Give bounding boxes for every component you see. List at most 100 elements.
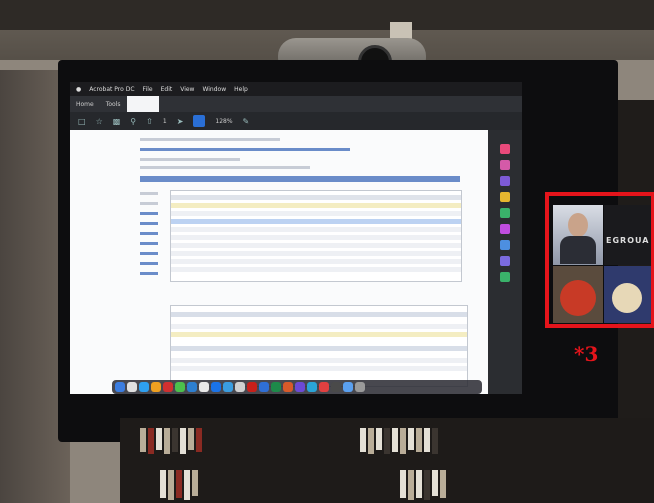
comment-icon[interactable]: ✎: [243, 117, 250, 126]
book: [392, 428, 398, 452]
save-icon[interactable]: □: [78, 117, 86, 126]
doc-detail-panel: [170, 305, 468, 387]
teams-icon[interactable]: [211, 382, 221, 392]
side-row: [140, 232, 158, 235]
side-row: [140, 242, 158, 245]
side-row: [140, 262, 158, 265]
tool-fill-sign-icon[interactable]: [500, 256, 510, 266]
zoom-icon[interactable]: [223, 382, 233, 392]
page-number[interactable]: 1: [163, 118, 167, 125]
terminal-icon[interactable]: [331, 382, 341, 392]
music-icon[interactable]: [319, 382, 329, 392]
calendar-icon[interactable]: [163, 382, 173, 392]
powerpoint-icon[interactable]: [283, 382, 293, 392]
panel-header: [171, 312, 467, 317]
bookmark-star-icon[interactable]: ☆: [96, 117, 103, 126]
chrome-icon[interactable]: [151, 382, 161, 392]
book-row: [160, 470, 198, 500]
panel-row[interactable]: [171, 332, 467, 337]
book: [168, 470, 174, 500]
menu-window[interactable]: Window: [202, 86, 226, 93]
book: [424, 470, 430, 500]
acrobat-icon[interactable]: [247, 382, 257, 392]
book: [384, 428, 390, 454]
hand-tool-icon[interactable]: [193, 115, 206, 127]
word-icon[interactable]: [259, 382, 269, 392]
book: [400, 428, 406, 454]
acrobat-toolbar: □ ☆ ▩ ⚲ ⇧ 1 ➤ 128% ✎: [70, 112, 522, 130]
menu-view[interactable]: View: [180, 86, 194, 93]
table-row[interactable]: [171, 203, 461, 208]
table-row[interactable]: [171, 211, 461, 216]
settings-icon[interactable]: [235, 382, 245, 392]
book: [164, 428, 170, 454]
doc-header-line: [140, 138, 280, 141]
book: [408, 470, 414, 500]
photo-scene: ● Acrobat Pro DC File Edit View Window H…: [0, 0, 654, 503]
doc-section-line: [140, 158, 240, 161]
tool-edit-pdf-icon[interactable]: [500, 160, 510, 170]
book: [196, 428, 202, 452]
tool-more-icon[interactable]: [500, 272, 510, 282]
highlight-box: [545, 192, 654, 328]
book: [176, 470, 182, 498]
table-row[interactable]: [171, 219, 461, 224]
zoom-level[interactable]: 128%: [215, 118, 232, 125]
print-icon[interactable]: ▩: [113, 117, 121, 126]
finder-icon[interactable]: [115, 382, 125, 392]
messages-icon[interactable]: [175, 382, 185, 392]
book: [148, 428, 154, 454]
tool-organize-icon[interactable]: [500, 224, 510, 234]
doc-data-table: [170, 190, 462, 282]
panel-header: [171, 346, 467, 351]
apple-icon[interactable]: ●: [76, 86, 81, 93]
notes-icon[interactable]: [199, 382, 209, 392]
page-up-icon[interactable]: ⇧: [146, 117, 153, 126]
mail-icon[interactable]: [187, 382, 197, 392]
book: [192, 470, 198, 496]
tab-home[interactable]: Home: [70, 101, 100, 108]
book: [440, 470, 446, 498]
select-tool-icon[interactable]: ➤: [177, 117, 184, 126]
excel-icon[interactable]: [271, 382, 281, 392]
tool-comment-icon[interactable]: [500, 192, 510, 202]
table-row[interactable]: [171, 243, 461, 248]
table-row[interactable]: [171, 259, 461, 264]
outlook-icon[interactable]: [307, 382, 317, 392]
appstore-icon[interactable]: [343, 382, 353, 392]
book: [408, 428, 414, 450]
book: [400, 470, 406, 498]
side-row: [140, 212, 158, 215]
panel-row[interactable]: [171, 358, 467, 363]
tab-tools[interactable]: Tools: [100, 101, 127, 108]
table-row[interactable]: [171, 227, 461, 232]
trash-icon[interactable]: [355, 382, 365, 392]
search-icon[interactable]: ⚲: [130, 117, 136, 126]
panel-row[interactable]: [171, 324, 467, 329]
tool-protect-icon[interactable]: [500, 240, 510, 250]
table-row[interactable]: [171, 235, 461, 240]
table-row[interactable]: [171, 251, 461, 256]
onenote-icon[interactable]: [295, 382, 305, 392]
tool-export-icon[interactable]: [500, 176, 510, 186]
menu-help[interactable]: Help: [234, 86, 248, 93]
ceiling-beam: [0, 0, 654, 30]
safari-icon[interactable]: [139, 382, 149, 392]
tab-document[interactable]: [126, 96, 160, 112]
panel-row[interactable]: [171, 366, 467, 371]
book-row: [400, 470, 446, 500]
book-row: [140, 428, 202, 458]
launchpad-icon[interactable]: [127, 382, 137, 392]
table-header: [171, 195, 461, 200]
book: [368, 428, 374, 454]
menu-edit[interactable]: Edit: [161, 86, 173, 93]
tool-combine-icon[interactable]: [500, 208, 510, 218]
tool-create-pdf-icon[interactable]: [500, 144, 510, 154]
menu-file[interactable]: File: [143, 86, 153, 93]
monitor-screen: ● Acrobat Pro DC File Edit View Window H…: [70, 82, 522, 394]
app-name[interactable]: Acrobat Pro DC: [89, 86, 134, 93]
book: [416, 470, 422, 498]
book: [424, 428, 430, 452]
table-row[interactable]: [171, 267, 461, 272]
book: [432, 470, 438, 496]
